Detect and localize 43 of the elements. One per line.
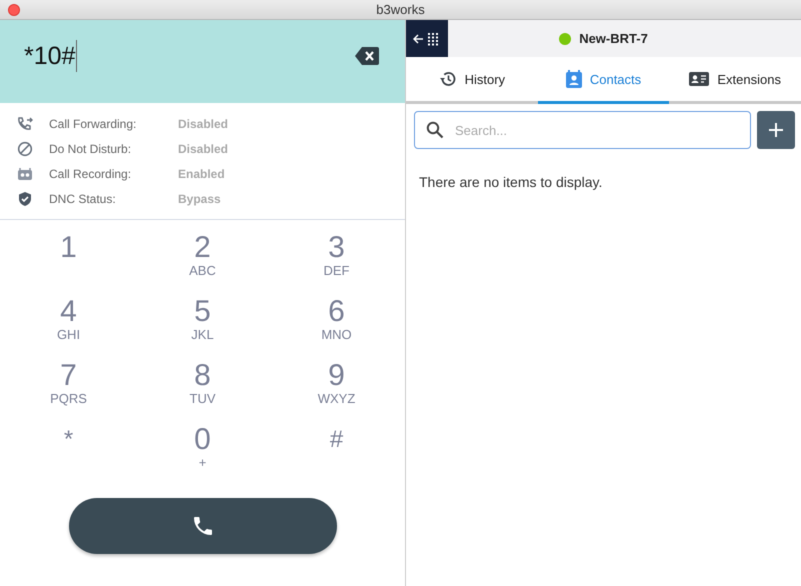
search-field[interactable]: Search... (414, 111, 751, 149)
tab[interactable]: Extensions (669, 57, 801, 104)
keypad-key[interactable]: 2 ABC (136, 232, 270, 296)
keypad-key[interactable]: 9 WXYZ (270, 360, 404, 424)
id-card-icon (689, 72, 710, 86)
back-dialpad-icon (413, 32, 441, 46)
setting-value: Disabled (178, 117, 228, 131)
setting-value: Disabled (178, 142, 228, 156)
history-icon (438, 70, 457, 88)
call-button[interactable] (68, 498, 336, 554)
setting-label: Do Not Disturb: (49, 142, 132, 156)
contact-card-icon (566, 70, 582, 88)
close-button[interactable] (8, 4, 20, 16)
window-title: b3works (376, 2, 425, 17)
keypad-key[interactable]: 1 (2, 232, 136, 296)
keypad-key[interactable]: 3 DEF (270, 232, 404, 296)
plus-icon (769, 123, 783, 137)
dialed-number[interactable]: *10# (24, 40, 78, 72)
keypad-key[interactable]: * (2, 424, 136, 488)
keypad-key[interactable]: 8 TUV (136, 360, 270, 424)
extension-name: New-BRT-7 (579, 31, 648, 46)
add-button[interactable] (757, 111, 795, 149)
keypad-key[interactable]: 4 GHI (2, 296, 136, 360)
setting-value: Enabled (178, 167, 225, 181)
tab[interactable]: Contacts (538, 57, 670, 104)
recorder-icon (17, 167, 33, 181)
search-icon (426, 121, 444, 139)
setting-value: Bypass (178, 192, 221, 206)
empty-message: There are no items to display. (419, 174, 604, 190)
tab[interactable]: History (406, 57, 538, 104)
keypad-key[interactable]: 0 + (136, 424, 270, 488)
shield-check-icon (17, 191, 33, 207)
prohibited-icon (17, 141, 33, 157)
setting-label: Call Recording: (49, 167, 132, 181)
setting-label: Call Forwarding: (49, 117, 138, 131)
phone-forward-icon (17, 116, 33, 132)
keypad-key[interactable]: # (270, 424, 404, 488)
keypad-key[interactable]: 7 PQRS (2, 360, 136, 424)
setting-label: DNC Status: (49, 192, 117, 206)
keypad-key[interactable]: 5 JKL (136, 296, 270, 360)
back-dialpad-button[interactable] (406, 20, 448, 57)
keypad-key[interactable]: 6 MNO (270, 296, 404, 360)
backspace-icon[interactable] (355, 47, 379, 65)
